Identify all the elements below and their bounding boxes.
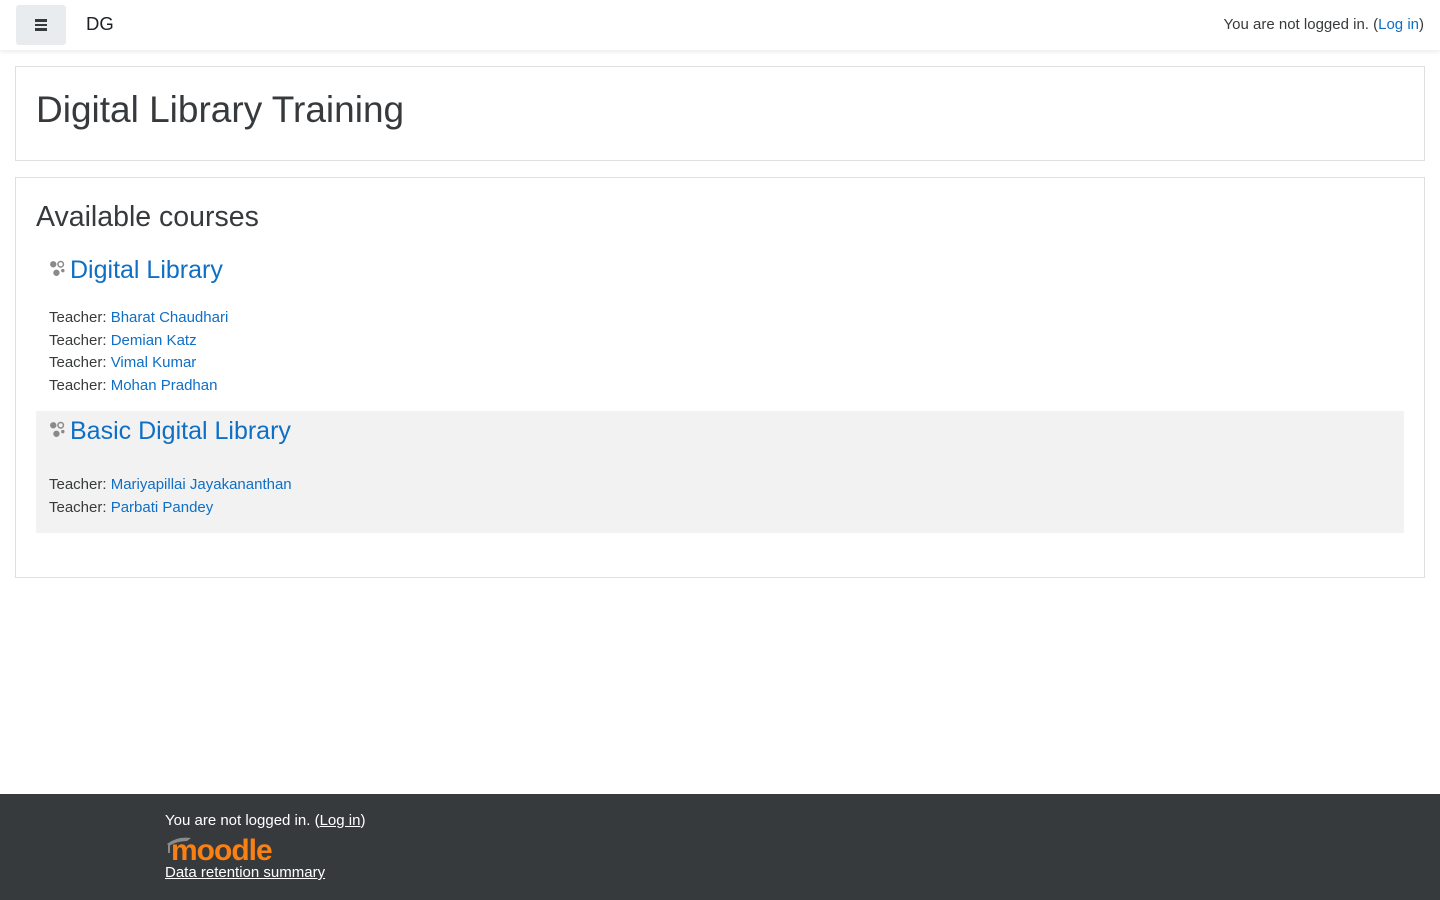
login-info-prefix: You are not logged in. ( bbox=[1223, 16, 1379, 33]
teacher-item: Teacher: Mohan Pradhan bbox=[49, 375, 228, 398]
page-title: Digital Library Training bbox=[36, 89, 405, 130]
teacher-role-label: Teacher: bbox=[49, 354, 111, 371]
teacher-item: Teacher: Mariyapillai Jayakananthan bbox=[49, 474, 292, 497]
course-box: Basic Digital Library Teacher: Mariyapil… bbox=[36, 411, 1404, 533]
available-courses-section: Available courses Digital Library Teache… bbox=[15, 177, 1425, 578]
course-heading: Basic Digital Library bbox=[49, 417, 291, 446]
course-icon bbox=[50, 421, 65, 437]
teacher-role-label: Teacher: bbox=[49, 331, 111, 349]
login-info-suffix: ) bbox=[1419, 16, 1424, 33]
login-link[interactable]: Log in bbox=[1378, 16, 1419, 33]
page-footer: You are not logged in. (Log in) moodle D… bbox=[0, 794, 1440, 900]
teacher-item: Teacher: Parbati Pandey bbox=[49, 497, 292, 520]
moodle-logo-text: moodle bbox=[171, 834, 272, 862]
teacher-role-label: Teacher: bbox=[49, 376, 111, 394]
teacher-role-label: Teacher: bbox=[49, 498, 111, 516]
teacher-link[interactable]: Mariyapillai Jayakananthan bbox=[111, 476, 292, 493]
course-box: Digital Library Teacher: Bharat Chaudhar… bbox=[36, 250, 1404, 410]
moodle-logo-icon: moodle bbox=[167, 834, 273, 867]
site-name-link[interactable]: DG bbox=[86, 13, 114, 35]
available-courses-heading: Available courses bbox=[36, 201, 259, 233]
teacher-link[interactable]: Demian Katz bbox=[111, 332, 197, 349]
course-link-basic-digital-library[interactable]: Basic Digital Library bbox=[70, 417, 291, 446]
course-link-digital-library[interactable]: Digital Library bbox=[70, 256, 223, 285]
course-icon bbox=[50, 260, 65, 276]
teacher-item: Teacher: Vimal Kumar bbox=[49, 352, 228, 375]
page-header: Digital Library Training bbox=[15, 66, 1425, 161]
footer-login-suffix: ) bbox=[360, 812, 366, 829]
teacher-item: Teacher: Bharat Chaudhari bbox=[49, 307, 228, 330]
teacher-link[interactable]: Mohan Pradhan bbox=[111, 377, 218, 394]
top-navbar: DG You are not logged in. (Log in) bbox=[0, 0, 1440, 50]
course-heading: Digital Library bbox=[49, 256, 223, 285]
teacher-list: Teacher: Mariyapillai Jayakananthan Teac… bbox=[49, 474, 292, 519]
teacher-link[interactable]: Parbati Pandey bbox=[111, 499, 214, 516]
moodle-logo[interactable]: moodle bbox=[165, 832, 277, 867]
side-drawer-toggle-button[interactable] bbox=[16, 5, 66, 45]
teacher-link[interactable]: Vimal Kumar bbox=[111, 354, 197, 371]
hamburger-icon bbox=[35, 19, 47, 31]
teacher-list: Teacher: Bharat Chaudhari Teacher: Demia… bbox=[49, 307, 228, 397]
login-info: You are not logged in. (Log in) bbox=[1224, 16, 1424, 33]
footer-login-link[interactable]: Log in bbox=[320, 812, 361, 829]
footer-login-prefix: You are not logged in. ( bbox=[165, 812, 320, 829]
data-retention-summary-link[interactable]: Data retention summary bbox=[165, 864, 325, 881]
teacher-item: Teacher: Demian Katz bbox=[49, 330, 228, 353]
teacher-role-label: Teacher: bbox=[49, 309, 111, 326]
footer-login-info: You are not logged in. (Log in) bbox=[165, 812, 365, 829]
teacher-role-label: Teacher: bbox=[49, 476, 111, 493]
teacher-link[interactable]: Bharat Chaudhari bbox=[111, 309, 229, 326]
